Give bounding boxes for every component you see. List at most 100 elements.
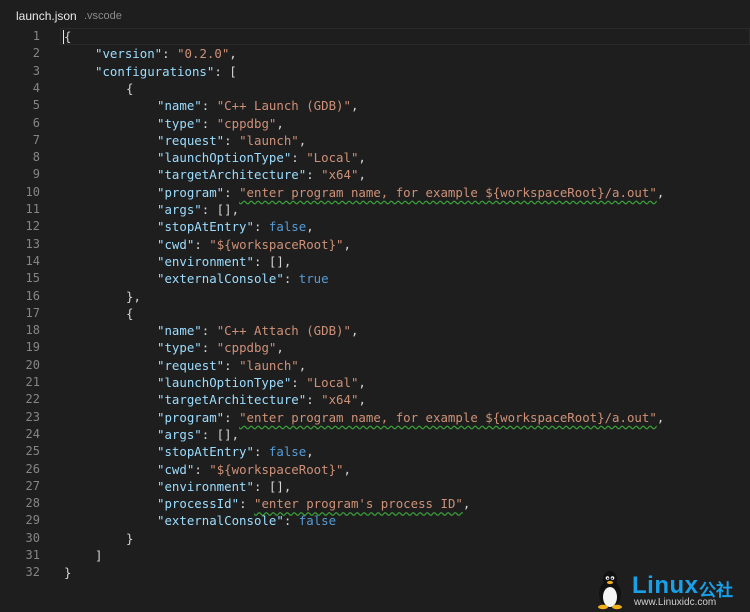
code-content: "args": [], bbox=[157, 201, 239, 218]
code-line[interactable]: 28 "processId": "enter program's process … bbox=[0, 495, 750, 512]
json-punctuation: } bbox=[126, 530, 134, 546]
code-line[interactable]: 14 "environment": [], bbox=[0, 253, 750, 270]
code-line[interactable]: 27 "environment": [], bbox=[0, 478, 750, 495]
code-line[interactable]: 21 "launchOptionType": "Local", bbox=[0, 374, 750, 391]
code-line[interactable]: 3 "configurations": [ bbox=[0, 63, 750, 80]
json-punctuation: : bbox=[201, 115, 217, 131]
json-string-value: "${workspaceRoot}" bbox=[209, 461, 344, 477]
json-punctuation: : bbox=[201, 340, 217, 356]
code-line[interactable]: 18 "name": "C++ Attach (GDB)", bbox=[0, 322, 750, 339]
code-line[interactable]: 1{ bbox=[0, 28, 750, 45]
line-number: 24 bbox=[25, 426, 40, 441]
line-number: 6 bbox=[32, 115, 40, 130]
code-line[interactable]: 10 "program": "enter program name, for ex… bbox=[0, 184, 750, 201]
json-punctuation: : bbox=[239, 496, 254, 512]
json-punctuation: , bbox=[358, 375, 366, 390]
code-line[interactable]: 7 "request": "launch", bbox=[0, 132, 750, 149]
json-string-value: "cppdbg" bbox=[216, 340, 277, 356]
line-number: 22 bbox=[25, 392, 40, 407]
json-key: "targetArchitecture" bbox=[157, 392, 307, 408]
json-punctuation: : bbox=[201, 323, 217, 339]
json-key: "program" bbox=[157, 184, 225, 200]
code-line[interactable]: 2 "version": "0.2.0", bbox=[0, 45, 750, 62]
json-string-value: "enter program name, for example ${works… bbox=[239, 409, 657, 425]
code-line[interactable]: 4{ bbox=[0, 80, 750, 97]
json-key: "args" bbox=[157, 426, 202, 442]
code-line[interactable]: 25 "stopAtEntry": false, bbox=[0, 443, 750, 460]
code-line[interactable]: 15 "externalConsole": true bbox=[0, 270, 750, 287]
line-number: 25 bbox=[25, 444, 40, 459]
json-key: "request" bbox=[157, 132, 225, 148]
code-line[interactable]: 17 { bbox=[0, 305, 750, 322]
json-punctuation: , bbox=[343, 236, 351, 252]
json-key: "program" bbox=[157, 409, 225, 425]
code-content: "environment": [], bbox=[157, 478, 291, 495]
code-content: { bbox=[126, 80, 133, 97]
code-content: } bbox=[126, 530, 133, 547]
code-line[interactable]: 13 "cwd": "${workspaceRoot}", bbox=[0, 236, 750, 253]
code-line[interactable]: 24 "args": [], bbox=[0, 426, 750, 443]
json-key: "externalConsole" bbox=[157, 513, 284, 529]
json-punctuation: , bbox=[462, 496, 471, 512]
json-string-value: "launch" bbox=[239, 357, 299, 373]
json-string-value: "Local" bbox=[306, 150, 359, 166]
code-line[interactable]: 9 "targetArchitecture": "x64", bbox=[0, 166, 750, 183]
json-punctuation: : [], bbox=[253, 253, 292, 269]
json-punctuation: , bbox=[358, 167, 366, 183]
json-punctuation: { bbox=[126, 305, 134, 321]
json-punctuation: , bbox=[306, 444, 314, 460]
code-line[interactable]: 29 "externalConsole": false bbox=[0, 512, 750, 529]
code-line[interactable]: 19 "type": "cppdbg", bbox=[0, 339, 750, 356]
code-line[interactable]: 22 "targetArchitecture": "x64", bbox=[0, 391, 750, 408]
json-punctuation: : bbox=[162, 46, 178, 62]
json-punctuation: : bbox=[224, 132, 240, 148]
json-key: "launchOptionType" bbox=[157, 150, 292, 166]
json-string-value: "C++ Attach (GDB)" bbox=[216, 323, 351, 339]
json-punctuation: : bbox=[253, 444, 269, 460]
line-number: 26 bbox=[25, 461, 40, 476]
code-line[interactable]: 26 "cwd": "${workspaceRoot}", bbox=[0, 461, 750, 478]
json-punctuation: , bbox=[276, 115, 284, 131]
code-line[interactable]: 12 "stopAtEntry": false, bbox=[0, 218, 750, 235]
code-line[interactable]: 23 "program": "enter program name, for ex… bbox=[0, 409, 750, 426]
code-line[interactable]: 11 "args": [], bbox=[0, 201, 750, 218]
code-line[interactable]: 8 "launchOptionType": "Local", bbox=[0, 149, 750, 166]
json-punctuation: , bbox=[276, 340, 284, 356]
tab-file-name[interactable]: launch.json bbox=[16, 9, 77, 23]
json-key: "type" bbox=[157, 340, 202, 356]
json-key: "type" bbox=[157, 115, 202, 131]
code-content: "externalConsole": true bbox=[157, 270, 329, 287]
code-line[interactable]: 16}, bbox=[0, 288, 750, 305]
code-content: { bbox=[126, 305, 133, 322]
line-number: 7 bbox=[32, 132, 40, 147]
json-punctuation: : bbox=[306, 167, 322, 183]
json-punctuation: : bbox=[194, 236, 210, 252]
json-punctuation: : bbox=[306, 392, 322, 408]
json-punctuation: } bbox=[64, 565, 72, 581]
code-line[interactable]: 20 "request": "launch", bbox=[0, 357, 750, 374]
json-punctuation: , bbox=[350, 323, 359, 339]
line-number: 27 bbox=[25, 478, 40, 493]
code-content: "processId": "enter program's process ID… bbox=[157, 495, 470, 512]
watermark-brand: Linux bbox=[632, 572, 699, 599]
line-number: 11 bbox=[25, 202, 40, 216]
code-line[interactable]: 31] bbox=[0, 547, 750, 564]
json-punctuation: , bbox=[306, 219, 314, 235]
json-punctuation: : [ bbox=[214, 63, 237, 79]
code-content: "launchOptionType": "Local", bbox=[157, 374, 366, 391]
code-line[interactable]: 5 "name": "C++ Launch (GDB)", bbox=[0, 97, 750, 114]
json-key: "stopAtEntry" bbox=[157, 219, 254, 235]
code-content: "targetArchitecture": "x64", bbox=[157, 166, 366, 183]
json-key: "stopAtEntry" bbox=[157, 444, 254, 460]
json-key: "externalConsole" bbox=[157, 271, 284, 287]
code-line[interactable]: 6 "type": "cppdbg", bbox=[0, 115, 750, 132]
code-line[interactable]: 30} bbox=[0, 530, 750, 547]
json-string-value: "${workspaceRoot}" bbox=[209, 236, 344, 252]
code-editor[interactable]: 1{2 "version": "0.2.0", 3 "configurations":… bbox=[0, 28, 750, 588]
line-number: 3 bbox=[32, 63, 40, 78]
line-number: 18 bbox=[25, 323, 40, 338]
line-number: 19 bbox=[25, 340, 40, 355]
json-punctuation: , bbox=[358, 392, 366, 408]
watermark-url: www.Linuxidc.com bbox=[634, 597, 717, 608]
line-number: 16 bbox=[25, 288, 40, 303]
